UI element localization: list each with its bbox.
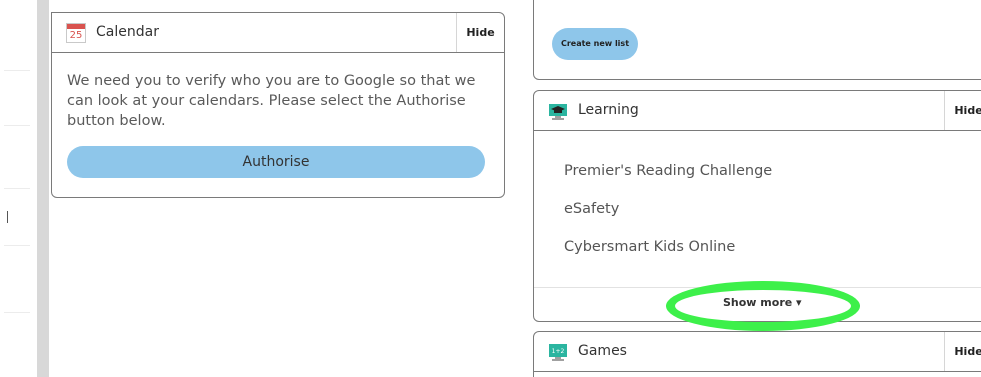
edge-divider — [4, 125, 30, 126]
learning-link-esafety[interactable]: eSafety — [564, 201, 619, 217]
edge-divider — [4, 70, 30, 71]
calendar-icon: 25 — [66, 23, 86, 43]
calendar-title: Calendar — [96, 24, 159, 40]
edge-divider — [4, 245, 30, 246]
calendar-card-header: 25 Calendar Hide — [52, 13, 504, 53]
learning-link-cybersmart-kids-online[interactable]: Cybersmart Kids Online — [564, 239, 735, 255]
games-hide-button[interactable]: Hide — [944, 332, 981, 371]
games-card: 1+2 Games Hide — [533, 331, 981, 377]
learning-title: Learning — [578, 102, 639, 118]
games-title: Games — [578, 343, 627, 359]
chalkboard-icon: 1+2 — [549, 344, 567, 361]
lists-card: Create new list — [533, 0, 981, 80]
graduation-cap-icon — [549, 104, 567, 120]
learning-card-header: Learning Hide — [534, 91, 981, 131]
authorise-button[interactable]: Authorise — [67, 146, 485, 178]
edge-divider — [4, 312, 30, 313]
games-card-header: 1+2 Games Hide — [534, 332, 981, 372]
edge-divider — [4, 188, 30, 189]
highlight-annotation-circle — [666, 281, 860, 331]
learning-link-premiers-reading-challenge[interactable]: Premier's Reading Challenge — [564, 163, 772, 179]
calendar-auth-message: We need you to verify who you are to Goo… — [67, 73, 476, 129]
text-cursor — [7, 211, 8, 223]
calendar-card: 25 Calendar Hide We need you to verify w… — [51, 12, 505, 198]
svg-text:1+2: 1+2 — [552, 348, 565, 355]
create-new-list-button[interactable]: Create new list — [552, 28, 638, 60]
calendar-hide-button[interactable]: Hide — [456, 13, 504, 52]
left-page-edge — [0, 0, 36, 377]
learning-hide-button[interactable]: Hide — [944, 91, 981, 130]
panel-divider-bar[interactable] — [37, 0, 49, 377]
